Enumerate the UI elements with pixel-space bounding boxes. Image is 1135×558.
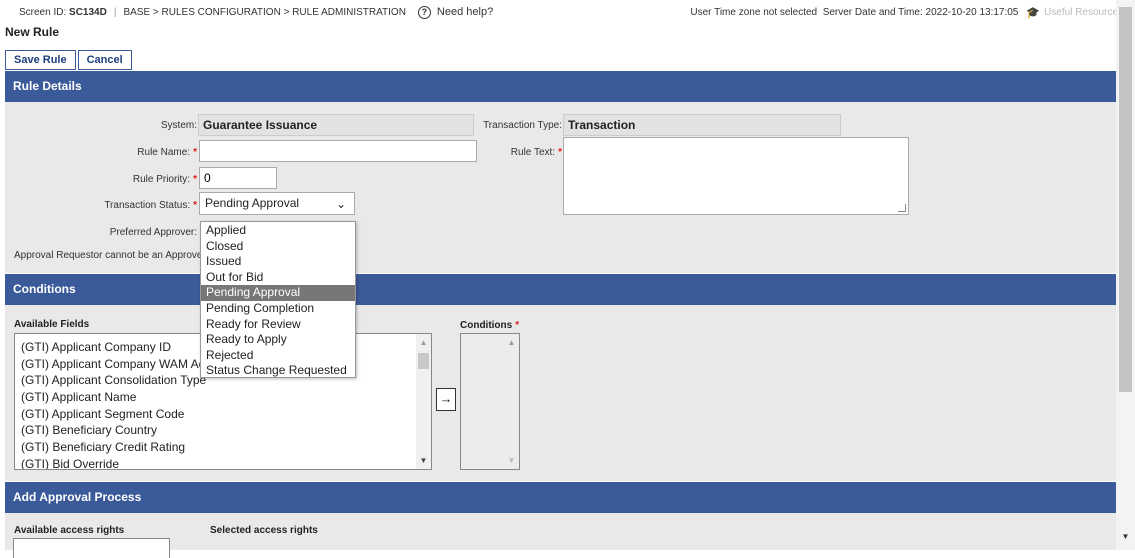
dropdown-option-issued[interactable]: Issued (201, 254, 355, 270)
cancel-button[interactable]: Cancel (77, 50, 132, 70)
page-scroll-thumb[interactable] (1119, 7, 1132, 392)
screen-id-label: Screen ID: (19, 6, 67, 18)
transaction-status-dropdown: Applied Closed Issued Out for Bid Pendin… (200, 221, 356, 378)
transaction-status-select[interactable]: Pending Approval ⌄ (199, 192, 355, 215)
top-right-info: User Time zone not selected Server Date … (690, 0, 1123, 24)
scroll-down-icon[interactable]: ▼ (504, 456, 519, 465)
dropdown-option-ready-for-review[interactable]: Ready for Review (201, 317, 355, 333)
transaction-type-label: Transaction Type: (483, 120, 562, 131)
dropdown-option-closed[interactable]: Closed (201, 239, 355, 255)
rule-details-header[interactable]: Rule Details (5, 71, 1116, 102)
selected-access-rights-label: Selected access rights (210, 525, 318, 536)
scroll-down-icon[interactable]: ▼ (1116, 532, 1135, 541)
chevron-down-icon: ⌄ (335, 197, 346, 211)
required-icon: * (193, 147, 197, 158)
timezone-text: User Time zone not selected (690, 6, 818, 18)
breadcrumb: BASE > RULES CONFIGURATION > RULE ADMINI… (123, 6, 406, 18)
dropdown-option-out-for-bid[interactable]: Out for Bid (201, 270, 355, 286)
help-label: Need help? (436, 6, 494, 18)
rule-text-label: Rule Text: (510, 147, 556, 158)
list-item[interactable]: (GTI) Bid Override (15, 456, 431, 469)
scroll-up-icon[interactable]: ▲ (416, 338, 431, 347)
dropdown-option-applied[interactable]: Applied (201, 223, 355, 239)
page-scrollbar[interactable]: ▼ (1116, 0, 1135, 550)
scroll-down-icon[interactable]: ▼ (416, 456, 431, 465)
list-item[interactable]: (GTI) Applicant Segment Code (15, 406, 431, 423)
server-time: 2022-10-20 13:17:05 (925, 6, 1019, 18)
page-title: New Rule (5, 25, 60, 39)
help-icon: ? (417, 5, 431, 19)
approval-process-body (5, 513, 1116, 550)
rule-name-label: Rule Name: (137, 147, 191, 158)
system-label: System: (160, 120, 197, 131)
dropdown-option-pending-approval[interactable]: Pending Approval (201, 285, 355, 301)
rule-priority-label: Rule Priority: (132, 174, 191, 185)
dropdown-option-ready-to-apply[interactable]: Ready to Apply (201, 332, 355, 348)
conditions-header[interactable]: Conditions (5, 274, 1116, 305)
screen-id: SC134D (69, 6, 107, 18)
available-fields-scrollbar[interactable]: ▲ ▼ (416, 334, 431, 469)
scroll-thumb[interactable] (418, 353, 429, 369)
available-fields-label: Available Fields (14, 319, 90, 330)
list-item[interactable]: (GTI) Beneficiary Credit Rating (15, 439, 431, 456)
transaction-type-value: Transaction (563, 114, 841, 136)
add-condition-arrow-button[interactable]: → (436, 388, 456, 411)
available-access-rights-label: Available access rights (14, 525, 125, 536)
graduation-cap-icon: 🎓 (1026, 6, 1041, 19)
system-value: Guarantee Issuance (198, 114, 474, 136)
required-icon: * (558, 147, 562, 158)
dropdown-option-rejected[interactable]: Rejected (201, 348, 355, 364)
useful-resources-link[interactable]: 🎓 Useful Resources (1026, 6, 1123, 19)
dropdown-option-pending-completion[interactable]: Pending Completion (201, 301, 355, 317)
rule-name-input[interactable] (199, 140, 477, 162)
required-icon: * (193, 174, 197, 185)
conditions-list[interactable]: ▲ ▼ (460, 333, 520, 470)
required-icon: * (193, 200, 197, 211)
conditions-scrollbar[interactable]: ▲ ▼ (504, 334, 519, 469)
required-icon: * (515, 320, 520, 331)
transaction-status-label: Transaction Status: (104, 200, 191, 211)
preferred-approver-label: Preferred Approver: (109, 227, 197, 238)
approval-note: Approval Requestor cannot be an Approver (14, 250, 206, 261)
scroll-up-icon[interactable]: ▲ (504, 338, 519, 347)
server-time-label: Server Date and Time: (822, 6, 923, 18)
dropdown-option-status-change-requested[interactable]: Status Change Requested (201, 363, 355, 379)
help-link[interactable]: ? Need help? (417, 5, 494, 19)
list-item[interactable]: (GTI) Applicant Name (15, 389, 431, 406)
useful-resources-label: Useful Resources (1044, 6, 1123, 18)
save-rule-button[interactable]: Save Rule (5, 50, 76, 70)
conditions-label: Conditions (460, 320, 513, 331)
transaction-status-value: Pending Approval (205, 196, 300, 210)
list-item[interactable]: (GTI) Beneficiary Country (15, 422, 431, 439)
toolbar: Save Rule Cancel (5, 50, 132, 70)
resize-grip-icon[interactable] (898, 204, 906, 212)
approval-process-header[interactable]: Add Approval Process (5, 482, 1116, 513)
rule-text-area[interactable] (563, 137, 909, 215)
available-access-rights-list[interactable] (13, 538, 170, 558)
rule-priority-input[interactable] (199, 167, 277, 189)
